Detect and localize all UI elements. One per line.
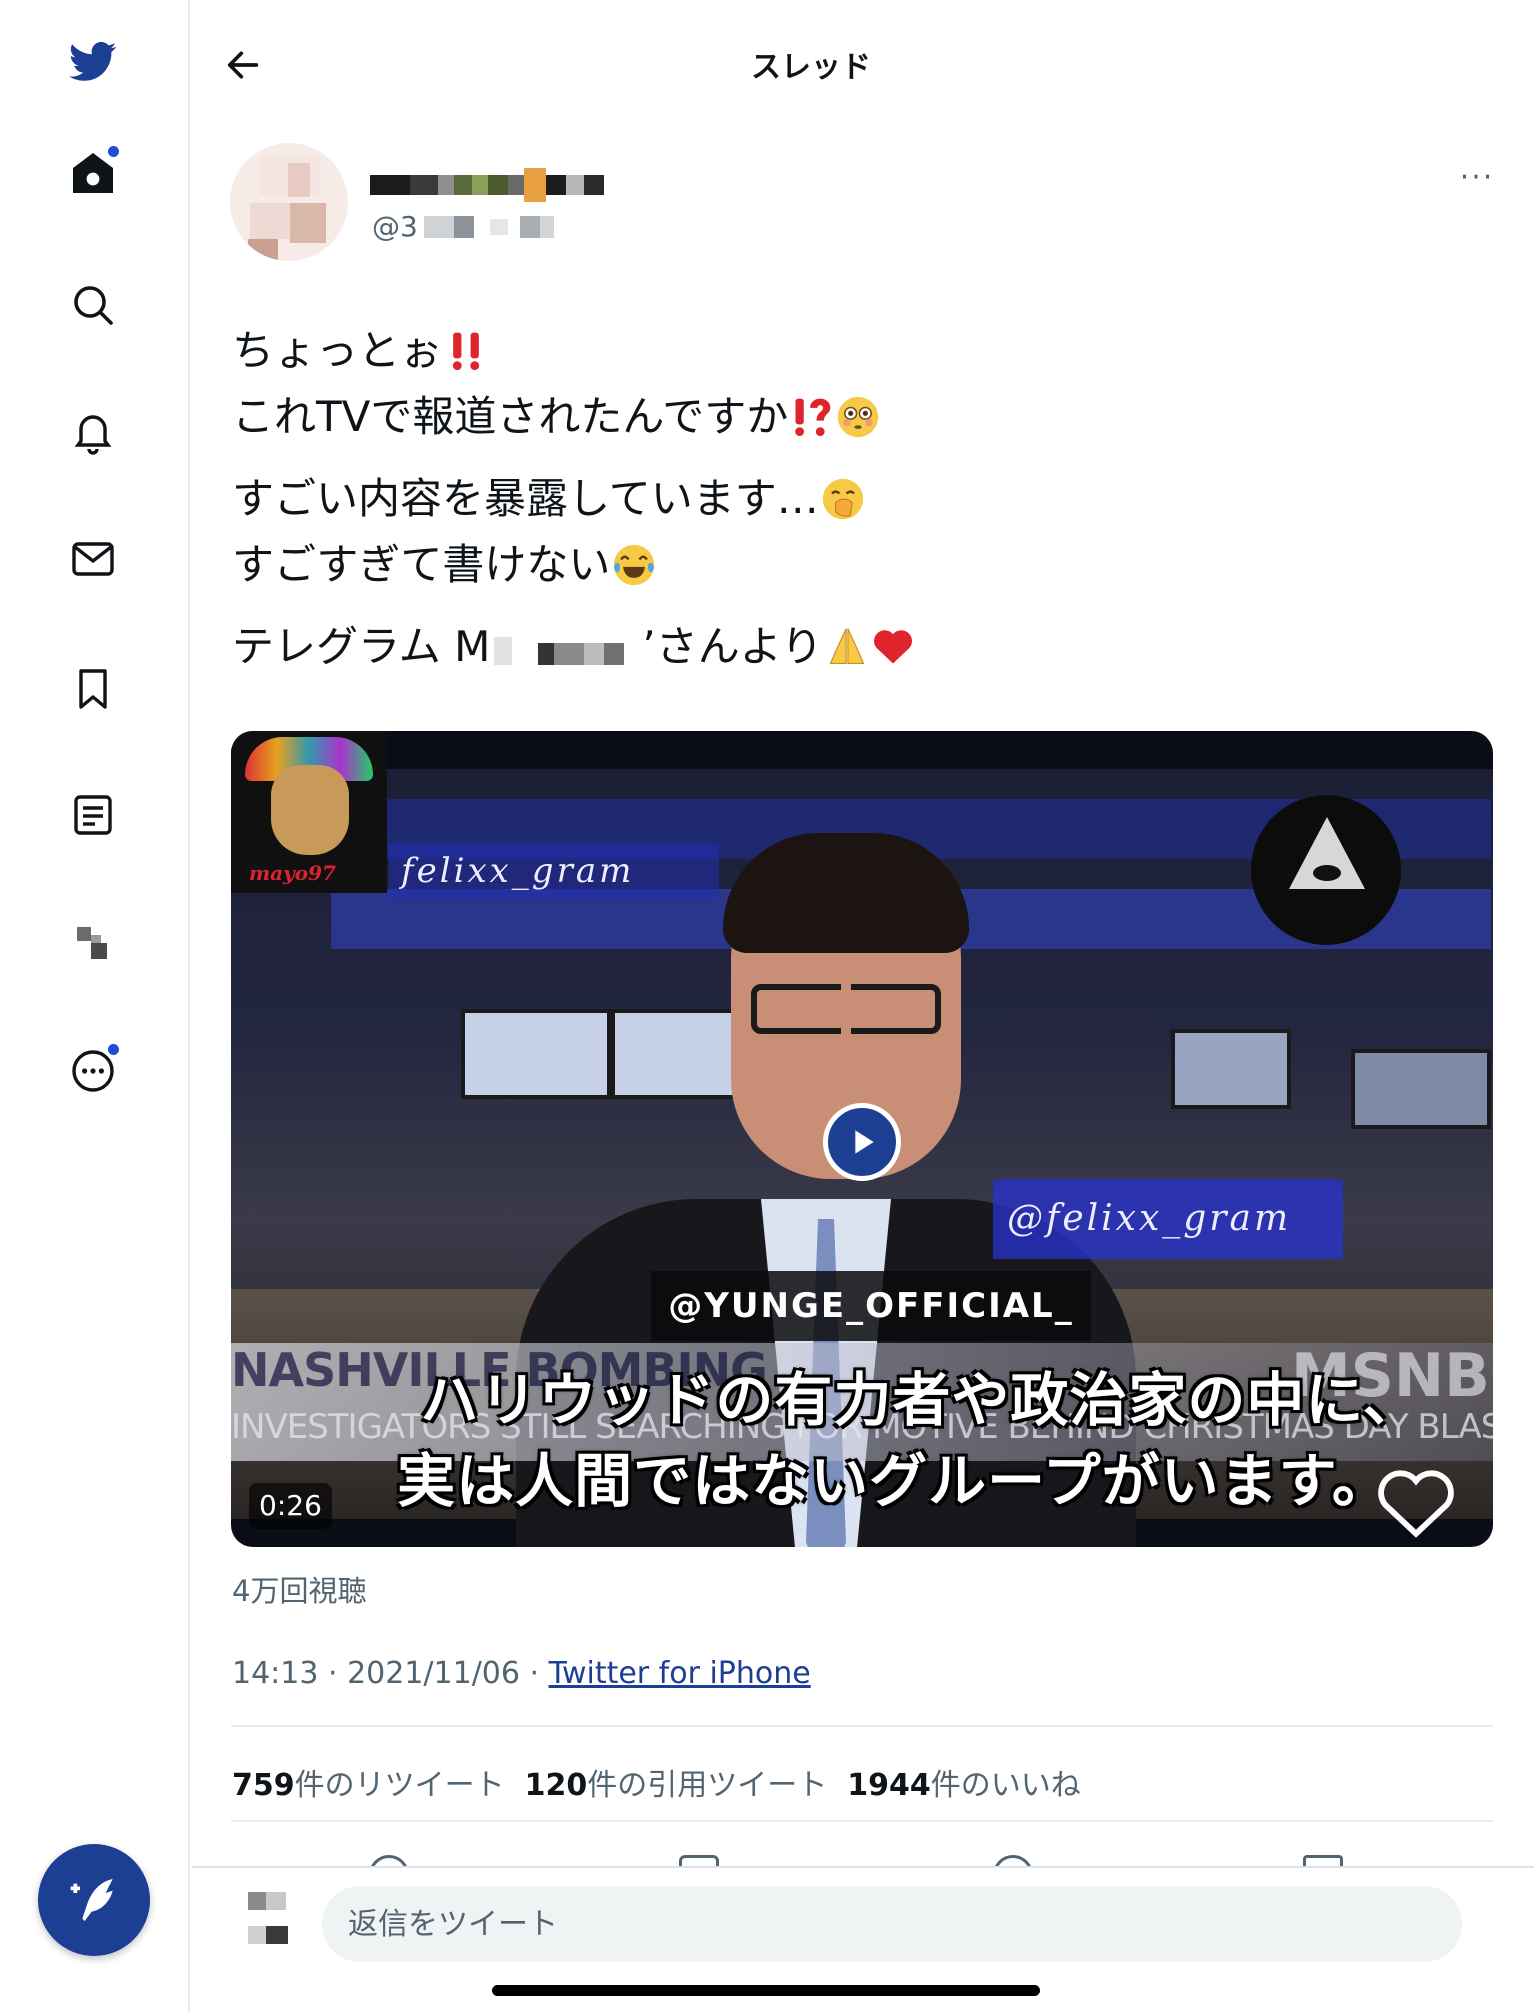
profile-icon[interactable] <box>62 912 124 974</box>
reply-input[interactable] <box>322 1886 1462 1962</box>
retweet-stat[interactable]: 759件のリツイート <box>232 1760 505 1804</box>
video-player[interactable]: mayo97 felixx_gram @felixx_gram @YUNGE_O… <box>231 731 1493 1547</box>
more-options-button[interactable]: ··· <box>1455 163 1499 198</box>
tears-of-joy-icon <box>614 544 655 586</box>
quote-stat[interactable]: 120件の引用ツイート <box>525 1760 828 1804</box>
play-button[interactable] <box>823 1103 901 1181</box>
watermark: felixx_gram <box>389 843 719 899</box>
avatar[interactable] <box>230 143 348 261</box>
divider <box>231 1820 1493 1822</box>
watermark: @felixx_gram <box>993 1179 1343 1259</box>
search-icon[interactable] <box>62 274 124 336</box>
tweet-text: ちょっとぉ これTVで報道されたんですか すごい内容を暴露しています… すごすぎ… <box>232 318 1482 680</box>
more-circle-icon[interactable] <box>62 1040 124 1102</box>
flushed-face-icon <box>838 396 879 438</box>
exclamation-question-icon <box>795 398 831 437</box>
bookmark-icon[interactable] <box>62 658 124 720</box>
notification-dot <box>108 146 119 157</box>
tweet-meta: 14:13 · 2021/11/06 · Twitter for iPhone <box>232 1656 811 1691</box>
bell-icon[interactable] <box>62 400 124 462</box>
sidebar <box>0 0 190 2013</box>
tweet-stats: 759件のリツイート 120件の引用ツイート 1944件のいいね <box>232 1760 1081 1804</box>
compose-icon <box>70 1879 113 1921</box>
eye-logo <box>1251 795 1401 945</box>
reply-avatar <box>248 1886 292 1948</box>
list-icon[interactable] <box>62 784 124 846</box>
double-exclamation-icon <box>452 332 480 371</box>
display-name-redacted[interactable] <box>370 165 604 205</box>
folded-hands-icon <box>829 628 865 665</box>
thread-header: スレッド <box>192 0 1534 126</box>
red-heart-icon <box>873 630 912 664</box>
video-subtitle: ハリウッドの有力者や政治家の中に、 <box>420 1366 1422 1434</box>
home-indicator[interactable] <box>492 1985 1040 1996</box>
twitter-bird-icon[interactable] <box>62 30 124 92</box>
divider <box>231 1725 1493 1727</box>
heart-outline-icon <box>1378 1470 1454 1538</box>
tweet-line: ’さんより <box>642 622 823 671</box>
hand-over-mouth-icon <box>822 478 863 520</box>
tweet-line: これTVで報道されたんですか <box>232 392 789 441</box>
watermark: @YUNGE_OFFICIAL_ <box>651 1271 1091 1341</box>
compose-button[interactable] <box>38 1844 150 1956</box>
tweet-line: テレグラム M <box>232 622 491 671</box>
tweet-line: ちょっとぉ <box>232 326 443 375</box>
video-duration: 0:26 <box>249 1483 332 1529</box>
home-icon[interactable] <box>62 142 124 204</box>
channel-logo: mayo97 <box>231 731 387 893</box>
play-icon <box>855 1130 874 1154</box>
mail-icon[interactable] <box>62 528 124 590</box>
timestamp: 14:13 · 2021/11/06 · <box>232 1656 549 1691</box>
page-title: スレッド <box>751 50 871 85</box>
like-stat[interactable]: 1944件のいいね <box>847 1760 1081 1804</box>
tweet-line: すごすぎて書けない <box>232 540 611 589</box>
video-subtitle: 実は人間ではないグループがいます。 <box>397 1447 1391 1515</box>
tweet-line: すごい内容を暴露しています… <box>232 474 819 523</box>
view-count: 4万回視聴 <box>232 1574 367 1608</box>
notification-dot <box>108 1044 119 1055</box>
handle-redacted[interactable]: @3 <box>372 210 554 243</box>
source-link[interactable]: Twitter for iPhone <box>549 1656 811 1691</box>
